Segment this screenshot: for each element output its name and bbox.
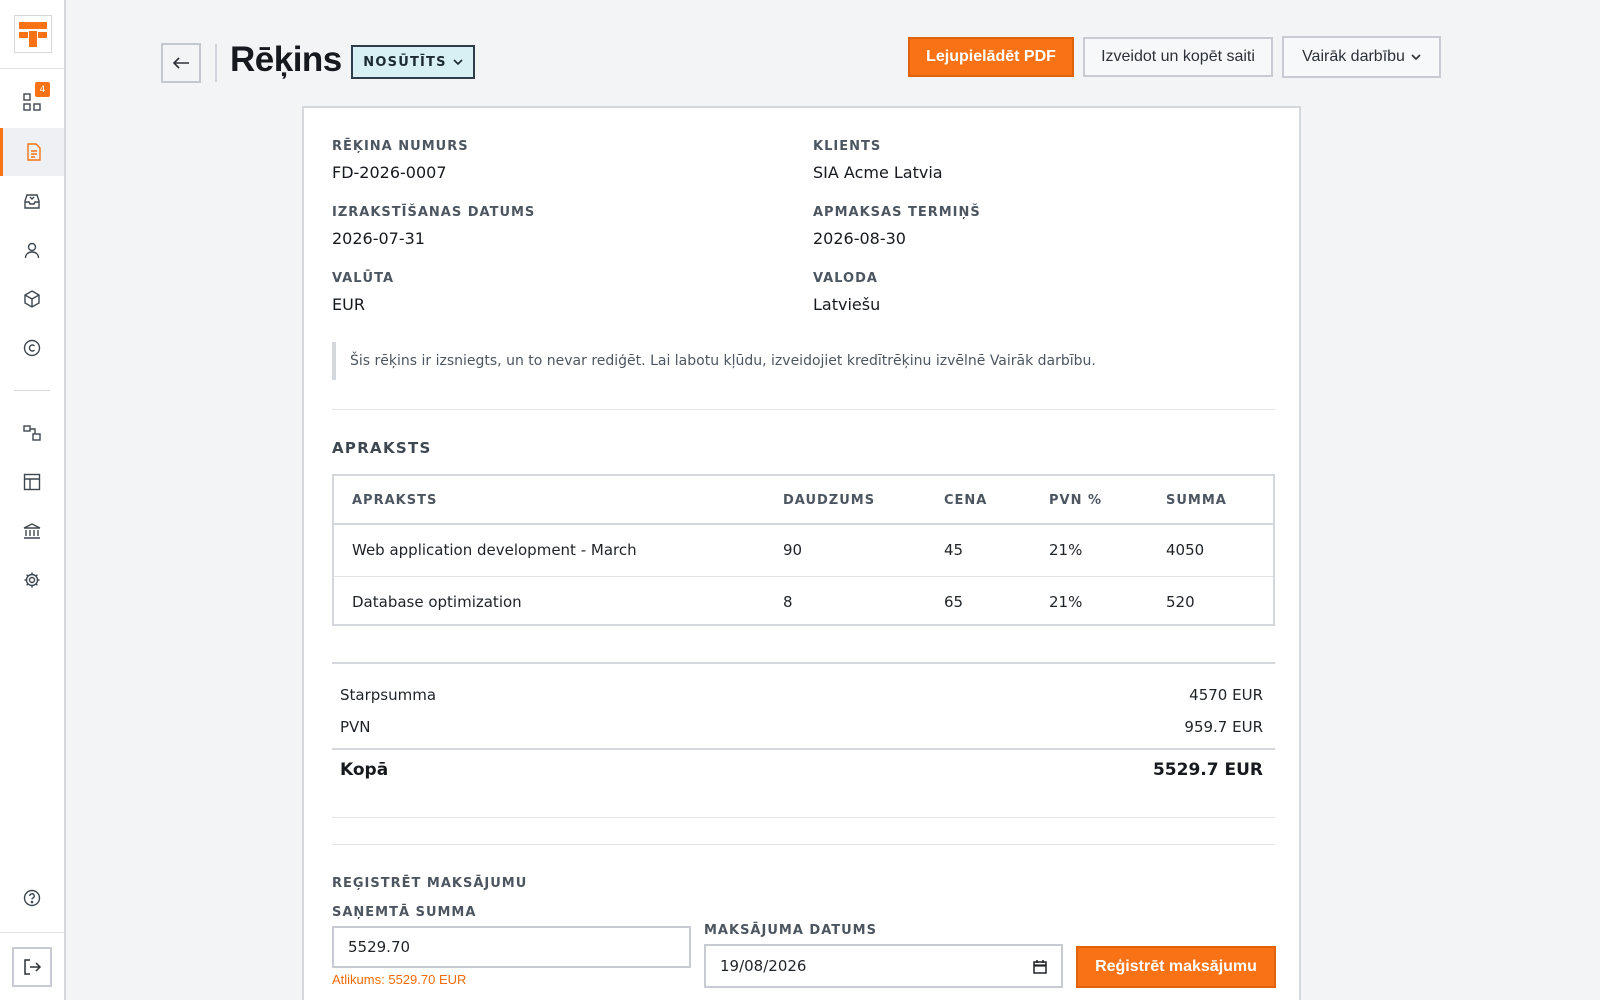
chevron-down-icon — [1411, 53, 1421, 60]
sidebar-divider — [0, 68, 64, 69]
more-actions-button[interactable]: Vairāk darbību — [1282, 36, 1441, 78]
issue-date-label: IZRAKSTĪŠANAS DATUMS — [332, 205, 536, 220]
header-divider — [215, 44, 217, 82]
box-icon — [24, 290, 40, 308]
gear-icon — [24, 572, 40, 588]
sidebar-item-products[interactable] — [0, 275, 64, 323]
notification-badge: 4 — [35, 82, 50, 97]
layout-icon — [23, 473, 41, 491]
table-row: Database optimization 8 65 21% 520 — [334, 576, 1273, 627]
column-header: CENA — [944, 493, 988, 508]
column-header: SUMMA — [1166, 493, 1227, 508]
vat-label: PVN — [340, 718, 371, 736]
sidebar-divider — [0, 932, 64, 933]
arrow-left-icon — [172, 57, 189, 69]
locked-notice-text: Šis rēķins ir izsniegts, un to nevar red… — [350, 353, 1096, 369]
download-pdf-button[interactable]: Lejupielādēt PDF — [908, 37, 1074, 77]
item-description: Database optimization — [352, 593, 522, 611]
sidebar-item-integrations[interactable] — [0, 409, 64, 457]
issue-date: 2026-07-31 — [332, 229, 425, 248]
payment-date-label: MAKSĀJUMA DATUMS — [704, 923, 877, 938]
locked-notice: Šis rēķins ir izsniegts, un to nevar red… — [332, 342, 1212, 380]
payment-date-value: 19/08/2026 — [720, 957, 807, 975]
item-vat: 21% — [1049, 593, 1083, 611]
sidebar-item-settings[interactable] — [0, 556, 64, 604]
language: Latviešu — [813, 295, 881, 314]
section-divider — [332, 409, 1275, 410]
sidebar-item-templates[interactable] — [0, 458, 64, 506]
payment-section-title: REĢISTRĒT MAKSĀJUMU — [332, 876, 528, 891]
help-icon — [23, 889, 41, 907]
sidebar-item-invoices[interactable] — [0, 128, 64, 176]
sidebar-item-copyright[interactable] — [0, 324, 64, 372]
register-payment-button[interactable]: Reģistrēt maksājumu — [1076, 946, 1276, 988]
inbox-icon — [24, 194, 40, 209]
item-sum: 520 — [1166, 593, 1195, 611]
client-name: SIA Acme Latvia — [813, 163, 943, 182]
due-date: 2026-08-30 — [813, 229, 906, 248]
invoice-number-label: RĒĶINA NUMURS — [332, 139, 469, 154]
calendar-icon[interactable] — [1033, 959, 1047, 974]
vat-value: 959.7 EUR — [1184, 718, 1263, 736]
column-header: PVN % — [1049, 493, 1103, 508]
section-divider — [332, 817, 1275, 818]
logout-icon — [24, 959, 42, 975]
bank-icon — [23, 523, 41, 539]
page-title: Rēķins — [230, 40, 342, 79]
section-divider — [332, 844, 1275, 845]
sidebar-item-dashboard[interactable]: 4 — [0, 78, 64, 126]
totals-divider — [332, 662, 1275, 664]
subtotal-value: 4570 EUR — [1189, 686, 1263, 704]
language-label: VALODA — [813, 271, 878, 286]
item-quantity: 90 — [783, 541, 803, 559]
item-price: 65 — [944, 593, 964, 611]
amount-input-value: 5529.70 — [348, 938, 411, 956]
invoice-number: FD-2026-0007 — [332, 163, 447, 182]
table-row: Web application development - March 90 4… — [334, 525, 1273, 576]
payment-date-input[interactable]: 19/08/2026 — [704, 944, 1063, 988]
chevron-down-icon — [453, 58, 463, 65]
create-link-button[interactable]: Izveidot un kopēt saiti — [1083, 37, 1273, 77]
totals-divider — [332, 748, 1275, 750]
currency-label: VALŪTA — [332, 271, 394, 286]
invoice-card: RĒĶINA NUMURS FD-2026-0007 KLIENTS SIA A… — [302, 106, 1301, 1000]
shapes-icon — [23, 425, 41, 441]
logo-icon — [19, 22, 47, 47]
user-icon — [24, 242, 40, 259]
remaining-hint: Atlikums: 5529.70 EUR — [332, 972, 467, 987]
sidebar-item-clients[interactable] — [0, 226, 64, 274]
total-value: 5529.7 EUR — [1152, 760, 1263, 780]
sidebar-item-bank[interactable] — [0, 507, 64, 555]
status-dropdown[interactable]: NOSŪTĪTS — [351, 45, 475, 79]
item-vat: 21% — [1049, 541, 1083, 559]
column-header: APRAKSTS — [352, 493, 438, 508]
sidebar: 4 — [0, 0, 66, 1000]
app-logo[interactable] — [14, 15, 52, 53]
line-items-table: APRAKSTS DAUDZUMS CENA PVN % SUMMA Web a… — [332, 474, 1275, 626]
currency: EUR — [332, 295, 365, 314]
item-sum: 4050 — [1166, 541, 1205, 559]
copyright-icon — [23, 339, 41, 357]
back-button[interactable] — [161, 43, 201, 83]
more-actions-label: Vairāk darbību — [1302, 48, 1405, 65]
document-icon — [26, 143, 41, 161]
item-description: Web application development - March — [352, 541, 637, 559]
amount-label: SAŅEMTĀ SUMMA — [332, 905, 477, 920]
sidebar-divider — [14, 390, 50, 391]
amount-input[interactable]: 5529.70 — [332, 926, 691, 968]
logout-button[interactable] — [12, 947, 52, 987]
client-label: KLIENTS — [813, 139, 882, 154]
items-section-title: APRAKSTS — [332, 439, 432, 457]
table-header: APRAKSTS DAUDZUMS CENA PVN % SUMMA — [334, 476, 1273, 525]
item-price: 45 — [944, 541, 964, 559]
total-label: Kopā — [340, 760, 389, 780]
subtotal-label: Starpsumma — [340, 686, 437, 704]
column-header: DAUDZUMS — [783, 493, 876, 508]
sidebar-item-help[interactable] — [0, 874, 64, 922]
item-quantity: 8 — [783, 593, 793, 611]
due-date-label: APMAKSAS TERMIŅŠ — [813, 205, 981, 220]
status-label: NOSŪTĪTS — [363, 54, 447, 70]
sidebar-item-inbox[interactable] — [0, 177, 64, 225]
